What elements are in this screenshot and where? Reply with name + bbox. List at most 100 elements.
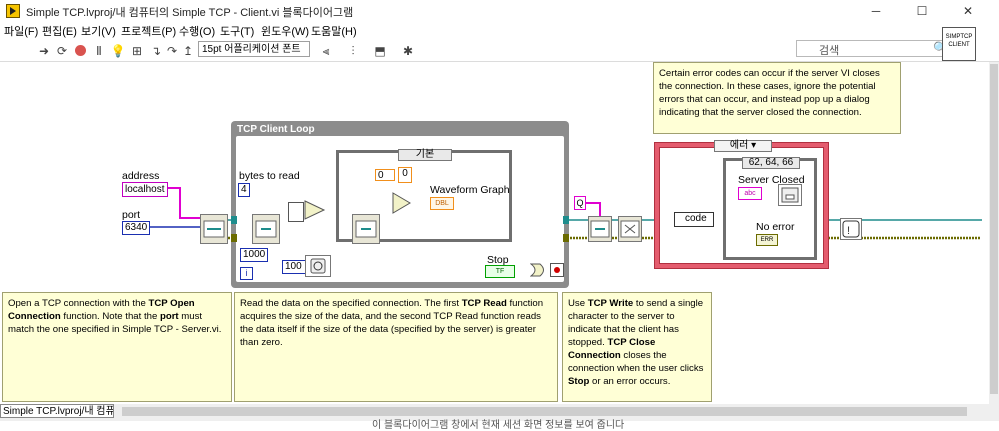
menu-view[interactable]: 보기(V) bbox=[81, 23, 116, 39]
error-code-selector[interactable]: 62, 64, 66 bbox=[742, 157, 800, 169]
note-write-bold-1: TCP Write bbox=[587, 298, 634, 309]
q-string-constant[interactable]: Q bbox=[574, 196, 586, 210]
bytes-to-read-label: bytes to read bbox=[239, 170, 300, 182]
simple-error-handler-node[interactable]: ! bbox=[840, 218, 862, 240]
tcp-read-size-node[interactable] bbox=[252, 214, 280, 244]
case-selector[interactable]: 기본 bbox=[398, 149, 452, 161]
project-context-tab[interactable]: Simple TCP.lvproj/내 컴퓨터 bbox=[0, 404, 114, 418]
tcp-read-icon bbox=[255, 220, 277, 238]
note-tcp-read: Read the data on the specified connectio… bbox=[234, 292, 558, 402]
case-selector-value: 기본 bbox=[415, 149, 435, 160]
waveform-graph-terminal[interactable]: DBL bbox=[430, 197, 454, 210]
no-error-constant[interactable]: ERR bbox=[756, 234, 778, 246]
one-button-dialog-node[interactable] bbox=[778, 184, 802, 206]
note-write-text-1: Use bbox=[568, 298, 588, 309]
error-tunnel-out bbox=[563, 234, 569, 242]
clock-icon bbox=[310, 258, 326, 274]
tcp-read-data-icon bbox=[355, 220, 377, 238]
tcp-open-connection-node[interactable] bbox=[200, 214, 228, 244]
note-tcp-open-text-2: function. Note that the bbox=[60, 311, 160, 322]
index-constant[interactable]: 0 bbox=[375, 169, 395, 181]
loop-condition-terminal[interactable] bbox=[550, 263, 564, 277]
connection-tunnel-in bbox=[231, 216, 237, 224]
bytes-to-read-constant[interactable]: 4 bbox=[238, 183, 250, 197]
timeout-constant[interactable]: 1000 bbox=[240, 248, 268, 262]
retain-wire-values-icon[interactable]: ⊞ bbox=[129, 43, 145, 59]
error-tunnel-in bbox=[231, 234, 237, 242]
address-label: address bbox=[122, 170, 160, 182]
port-label: port bbox=[122, 209, 141, 221]
error-handler-icon: ! bbox=[842, 220, 860, 238]
error-codes-label: 62, 64, 66 bbox=[748, 157, 794, 168]
connection-tunnel-out bbox=[563, 216, 569, 224]
note-tcp-open: Open a TCP connection with the TCP Open … bbox=[2, 292, 232, 402]
block-diagram-canvas[interactable]: address localhost port 6340 TCP Client L… bbox=[0, 62, 989, 404]
error-case-selector[interactable]: 에러 ▾ bbox=[714, 140, 772, 152]
labview-app-icon bbox=[6, 4, 20, 18]
address-wire bbox=[165, 187, 200, 219]
cleanup-diagram-icon[interactable]: ✱ bbox=[400, 43, 416, 59]
align-objects-icon[interactable]: ⫷ bbox=[318, 43, 334, 59]
address-control[interactable]: localhost bbox=[122, 182, 168, 197]
window-title: Simple TCP.lvproj/내 컴퓨터의 Simple TCP - Cl… bbox=[26, 7, 354, 19]
tcp-open-icon bbox=[203, 220, 225, 238]
status-text: 이 블록다이어그램 창에서 현재 세션 화면 정보를 보여 줍니다 bbox=[372, 420, 625, 431]
build-waveform-icon bbox=[392, 192, 411, 214]
note-tcp-write-close: Use TCP Write to send a single character… bbox=[562, 292, 712, 402]
tcp-write-node[interactable] bbox=[588, 216, 612, 242]
greater-than-zero-icon bbox=[304, 200, 326, 220]
note-tcp-open-bold-2: port bbox=[159, 311, 179, 322]
minimize-button[interactable]: ─ bbox=[853, 0, 899, 22]
menu-tools[interactable]: 도구(T) bbox=[220, 23, 254, 39]
array-index-constant[interactable]: 0 bbox=[398, 167, 412, 183]
wait-ms-constant[interactable]: 100 bbox=[282, 260, 306, 274]
error-case-label: 에러 bbox=[729, 140, 749, 151]
step-over-icon[interactable]: ↷ bbox=[164, 43, 180, 59]
pause-icon[interactable]: Ⅱ bbox=[91, 43, 107, 59]
type-cast-icon bbox=[288, 202, 304, 222]
menu-operate[interactable]: 수행(O) bbox=[179, 23, 215, 39]
tcp-close-connection-node[interactable] bbox=[618, 216, 642, 242]
dialog-icon bbox=[781, 187, 799, 203]
tcp-close-icon bbox=[620, 220, 640, 238]
reorder-icon[interactable]: ⬒ bbox=[372, 43, 388, 59]
search-input[interactable]: 검색 🔍 bbox=[796, 40, 954, 57]
abort-icon[interactable] bbox=[72, 43, 88, 59]
menu-help[interactable]: 도움말(H) bbox=[311, 23, 357, 39]
search-placeholder: 검색 bbox=[819, 45, 840, 57]
tcp-read-data-node[interactable] bbox=[352, 214, 380, 244]
stop-button-terminal[interactable]: TF bbox=[485, 265, 515, 278]
distribute-objects-icon[interactable]: ⫶ bbox=[345, 43, 361, 59]
no-error-label: No error bbox=[756, 221, 795, 233]
font-select[interactable]: 15pt 어플리케이션 폰트 bbox=[198, 41, 310, 57]
waveform-graph-label: Waveform Graph bbox=[430, 184, 510, 196]
note-write-bold-3: Stop bbox=[568, 376, 590, 387]
note-error-codes: Certain error codes can occur if the ser… bbox=[653, 62, 901, 134]
vi-icon[interactable]: SIMPTCP CLIENT bbox=[942, 27, 976, 61]
or-gate-icon bbox=[530, 263, 544, 277]
menu-window[interactable]: 윈도우(W) bbox=[261, 23, 309, 39]
note-tcp-read-bold-1: TCP Read bbox=[461, 298, 507, 309]
svg-text:!: ! bbox=[847, 225, 850, 237]
note-tcp-read-text-1: Read the data on the specified connectio… bbox=[240, 298, 462, 309]
server-closed-string-constant[interactable]: abc bbox=[738, 187, 762, 200]
iteration-terminal: i bbox=[240, 267, 253, 280]
step-into-icon[interactable]: ↴ bbox=[148, 43, 164, 59]
maximize-button[interactable]: ☐ bbox=[899, 0, 945, 22]
port-control[interactable]: 6340 bbox=[122, 221, 150, 235]
run-continuously-icon[interactable]: ⟳ bbox=[54, 43, 70, 59]
horizontal-scrollbar-thumb[interactable] bbox=[122, 407, 967, 416]
vertical-scrollbar-thumb[interactable] bbox=[990, 64, 998, 394]
menu-bar: 파일(F) 편집(E) 보기(V) 프로젝트(P) 수행(O) 도구(T) 윈도… bbox=[0, 22, 940, 40]
menu-project[interactable]: 프로젝트(P) bbox=[121, 23, 176, 39]
step-out-icon[interactable]: ↥ bbox=[180, 43, 196, 59]
close-button[interactable]: ✕ bbox=[945, 0, 991, 22]
menu-edit[interactable]: 편집(E) bbox=[42, 23, 77, 39]
note-write-text-4: or an error occurs. bbox=[589, 376, 671, 387]
wait-ms-node[interactable] bbox=[305, 255, 331, 277]
run-arrow-icon[interactable]: ➜ bbox=[36, 43, 52, 59]
menu-file[interactable]: 파일(F) bbox=[4, 23, 38, 39]
unbundle-code-node[interactable]: code bbox=[674, 212, 714, 227]
note-tcp-open-text-1: Open a TCP connection with the bbox=[8, 298, 149, 309]
highlight-execution-icon[interactable]: 💡 bbox=[110, 43, 126, 59]
